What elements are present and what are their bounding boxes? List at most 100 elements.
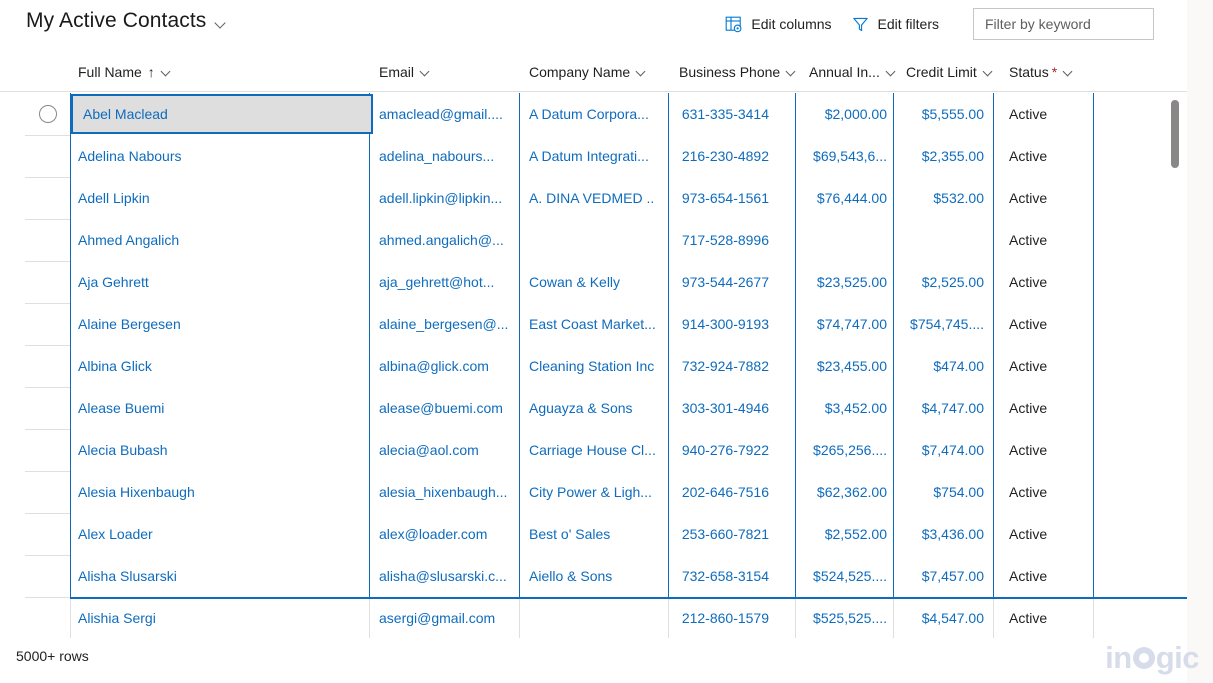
table-row[interactable]: Alishia Sergi asergi@gmail.com 212-860-157… bbox=[0, 597, 1187, 638]
chevron-down-icon[interactable] bbox=[982, 67, 994, 79]
row-select-checkbox[interactable] bbox=[25, 303, 70, 345]
cell-email[interactable]: ahmed.angalich@... bbox=[379, 219, 509, 261]
cell-company[interactable] bbox=[529, 597, 655, 638]
cell-annual-income[interactable]: $23,455.00 bbox=[809, 345, 887, 387]
cell-email[interactable]: alisha@slusarski.c... bbox=[379, 555, 509, 597]
cell-phone[interactable]: 717-528-8996 bbox=[679, 219, 769, 261]
view-selector[interactable]: My Active Contacts bbox=[22, 7, 231, 35]
cell-full-name[interactable]: Albina Glick bbox=[78, 345, 360, 387]
column-header-email[interactable]: Email bbox=[379, 52, 509, 91]
cell-company[interactable]: A. DINA VEDMED ... bbox=[529, 177, 655, 219]
row-select-checkbox[interactable] bbox=[25, 177, 70, 219]
cell-email[interactable]: alex@loader.com bbox=[379, 513, 509, 555]
cell-phone[interactable]: 631-335-3414 bbox=[679, 93, 769, 135]
vertical-scrollbar-thumb[interactable] bbox=[1171, 100, 1179, 168]
edit-filters-button[interactable]: Edit filters bbox=[842, 8, 949, 40]
cell-annual-income[interactable]: $74,747.00 bbox=[809, 303, 887, 345]
row-select-checkbox[interactable] bbox=[25, 471, 70, 513]
cell-email[interactable]: adelina_nabours... bbox=[379, 135, 509, 177]
cell-full-name[interactable]: Alesia Hixenbaugh bbox=[78, 471, 360, 513]
row-select-checkbox[interactable] bbox=[25, 429, 70, 471]
cell-company[interactable] bbox=[529, 219, 655, 261]
cell-full-name[interactable]: Alaine Bergesen bbox=[78, 303, 360, 345]
cell-phone[interactable]: 202-646-7516 bbox=[679, 471, 769, 513]
cell-email[interactable]: amaclead@gmail.... bbox=[379, 93, 509, 135]
cell-credit-limit[interactable]: $5,555.00 bbox=[906, 93, 984, 135]
cell-email[interactable]: asergi@gmail.com bbox=[379, 597, 509, 638]
cell-credit-limit[interactable]: $754,745.... bbox=[906, 303, 984, 345]
cell-credit-limit[interactable]: $2,355.00 bbox=[906, 135, 984, 177]
cell-email[interactable]: alesia_hixenbaugh... bbox=[379, 471, 509, 513]
cell-phone[interactable]: 973-544-2677 bbox=[679, 261, 769, 303]
cell-company[interactable]: A Datum Corpora... bbox=[529, 93, 655, 135]
row-select-checkbox[interactable] bbox=[25, 93, 70, 135]
cell-credit-limit[interactable]: $2,525.00 bbox=[906, 261, 984, 303]
cell-credit-limit[interactable]: $7,474.00 bbox=[906, 429, 984, 471]
cell-email[interactable]: albina@glick.com bbox=[379, 345, 509, 387]
table-row[interactable]: Alex Loader alex@loader.com Best o' Sales 2… bbox=[0, 513, 1187, 555]
column-header-business-phone[interactable]: Business Phone bbox=[679, 52, 780, 91]
chevron-down-icon[interactable] bbox=[785, 67, 797, 79]
row-select-checkbox[interactable] bbox=[25, 261, 70, 303]
vertical-scrollbar[interactable] bbox=[1169, 95, 1181, 635]
cell-phone[interactable]: 212-860-1579 bbox=[679, 597, 769, 638]
cell-annual-income[interactable]: $265,256.... bbox=[809, 429, 887, 471]
cell-credit-limit[interactable]: $3,436.00 bbox=[906, 513, 984, 555]
cell-phone[interactable]: 253-660-7821 bbox=[679, 513, 769, 555]
cell-annual-income[interactable]: $23,525.00 bbox=[809, 261, 887, 303]
cell-annual-income[interactable]: $524,525.... bbox=[809, 555, 887, 597]
cell-phone[interactable]: 732-658-3154 bbox=[679, 555, 769, 597]
cell-email[interactable]: alease@buemi.com bbox=[379, 387, 509, 429]
cell-full-name[interactable]: Alease Buemi bbox=[78, 387, 360, 429]
cell-email[interactable]: alaine_bergesen@... bbox=[379, 303, 509, 345]
cell-annual-income[interactable]: $2,000.00 bbox=[809, 93, 887, 135]
cell-company[interactable]: A Datum Integrati... bbox=[529, 135, 655, 177]
chevron-down-icon[interactable] bbox=[1062, 67, 1074, 79]
cell-company[interactable]: East Coast Market... bbox=[529, 303, 655, 345]
cell-credit-limit[interactable]: $7,457.00 bbox=[906, 555, 984, 597]
edit-columns-button[interactable]: Edit columns bbox=[715, 8, 841, 40]
cell-email[interactable]: adell.lipkin@lipkin... bbox=[379, 177, 509, 219]
row-select-checkbox[interactable] bbox=[25, 513, 70, 555]
cell-full-name[interactable]: Alex Loader bbox=[78, 513, 360, 555]
cell-phone[interactable]: 303-301-4946 bbox=[679, 387, 769, 429]
table-row[interactable]: Aja Gehrett aja_gehrett@hot... Cowan & Kel… bbox=[0, 261, 1187, 303]
table-row[interactable]: Alesia Hixenbaugh alesia_hixenbaugh... Cit… bbox=[0, 471, 1187, 513]
cell-company[interactable]: Best o' Sales bbox=[529, 513, 655, 555]
row-select-checkbox[interactable] bbox=[25, 345, 70, 387]
cell-email[interactable]: aja_gehrett@hot... bbox=[379, 261, 509, 303]
row-select-checkbox[interactable] bbox=[25, 387, 70, 429]
cell-full-name[interactable]: Alishia Sergi bbox=[78, 597, 360, 638]
column-header-full-name[interactable]: Full Name ↑ bbox=[78, 52, 360, 91]
cell-company[interactable]: Aguayza & Sons bbox=[529, 387, 655, 429]
cell-full-name[interactable]: Aja Gehrett bbox=[78, 261, 360, 303]
column-header-annual-in[interactable]: Annual In... bbox=[809, 52, 887, 91]
focused-cell-full-name[interactable]: Abel Maclead bbox=[71, 94, 373, 134]
table-row[interactable]: Albina Glick albina@glick.com Cleaning Sta… bbox=[0, 345, 1187, 387]
cell-annual-income[interactable]: $62,362.00 bbox=[809, 471, 887, 513]
row-select-checkbox[interactable] bbox=[25, 597, 70, 638]
cell-annual-income[interactable]: $76,444.00 bbox=[809, 177, 887, 219]
cell-annual-income[interactable]: $525,525.... bbox=[809, 597, 887, 638]
cell-annual-income[interactable]: $2,552.00 bbox=[809, 513, 887, 555]
table-row[interactable]: Adell Lipkin adell.lipkin@lipkin... A. DIN… bbox=[0, 177, 1187, 219]
chevron-down-icon[interactable] bbox=[635, 67, 647, 79]
column-header-credit-limit[interactable]: Credit Limit bbox=[906, 52, 984, 91]
column-header-status[interactable]: Status * bbox=[1009, 52, 1079, 91]
cell-credit-limit[interactable]: $4,747.00 bbox=[906, 387, 984, 429]
cell-annual-income[interactable]: $3,452.00 bbox=[809, 387, 887, 429]
cell-annual-income[interactable] bbox=[809, 219, 887, 261]
chevron-down-icon[interactable] bbox=[160, 67, 172, 79]
chevron-down-icon[interactable] bbox=[885, 67, 897, 79]
cell-phone[interactable]: 732-924-7882 bbox=[679, 345, 769, 387]
cell-full-name[interactable]: Ahmed Angalich bbox=[78, 219, 360, 261]
cell-phone[interactable]: 973-654-1561 bbox=[679, 177, 769, 219]
cell-company[interactable]: Carriage House Cl... bbox=[529, 429, 655, 471]
table-row[interactable]: Alecia Bubash alecia@aol.com Carriage Hous… bbox=[0, 429, 1187, 471]
cell-full-name[interactable]: Adell Lipkin bbox=[78, 177, 360, 219]
cell-annual-income[interactable]: $69,543,6... bbox=[809, 135, 887, 177]
cell-phone[interactable]: 914-300-9193 bbox=[679, 303, 769, 345]
cell-full-name[interactable]: Adelina Nabours bbox=[78, 135, 360, 177]
cell-company[interactable]: City Power & Ligh... bbox=[529, 471, 655, 513]
filter-by-keyword-box[interactable] bbox=[973, 8, 1154, 40]
